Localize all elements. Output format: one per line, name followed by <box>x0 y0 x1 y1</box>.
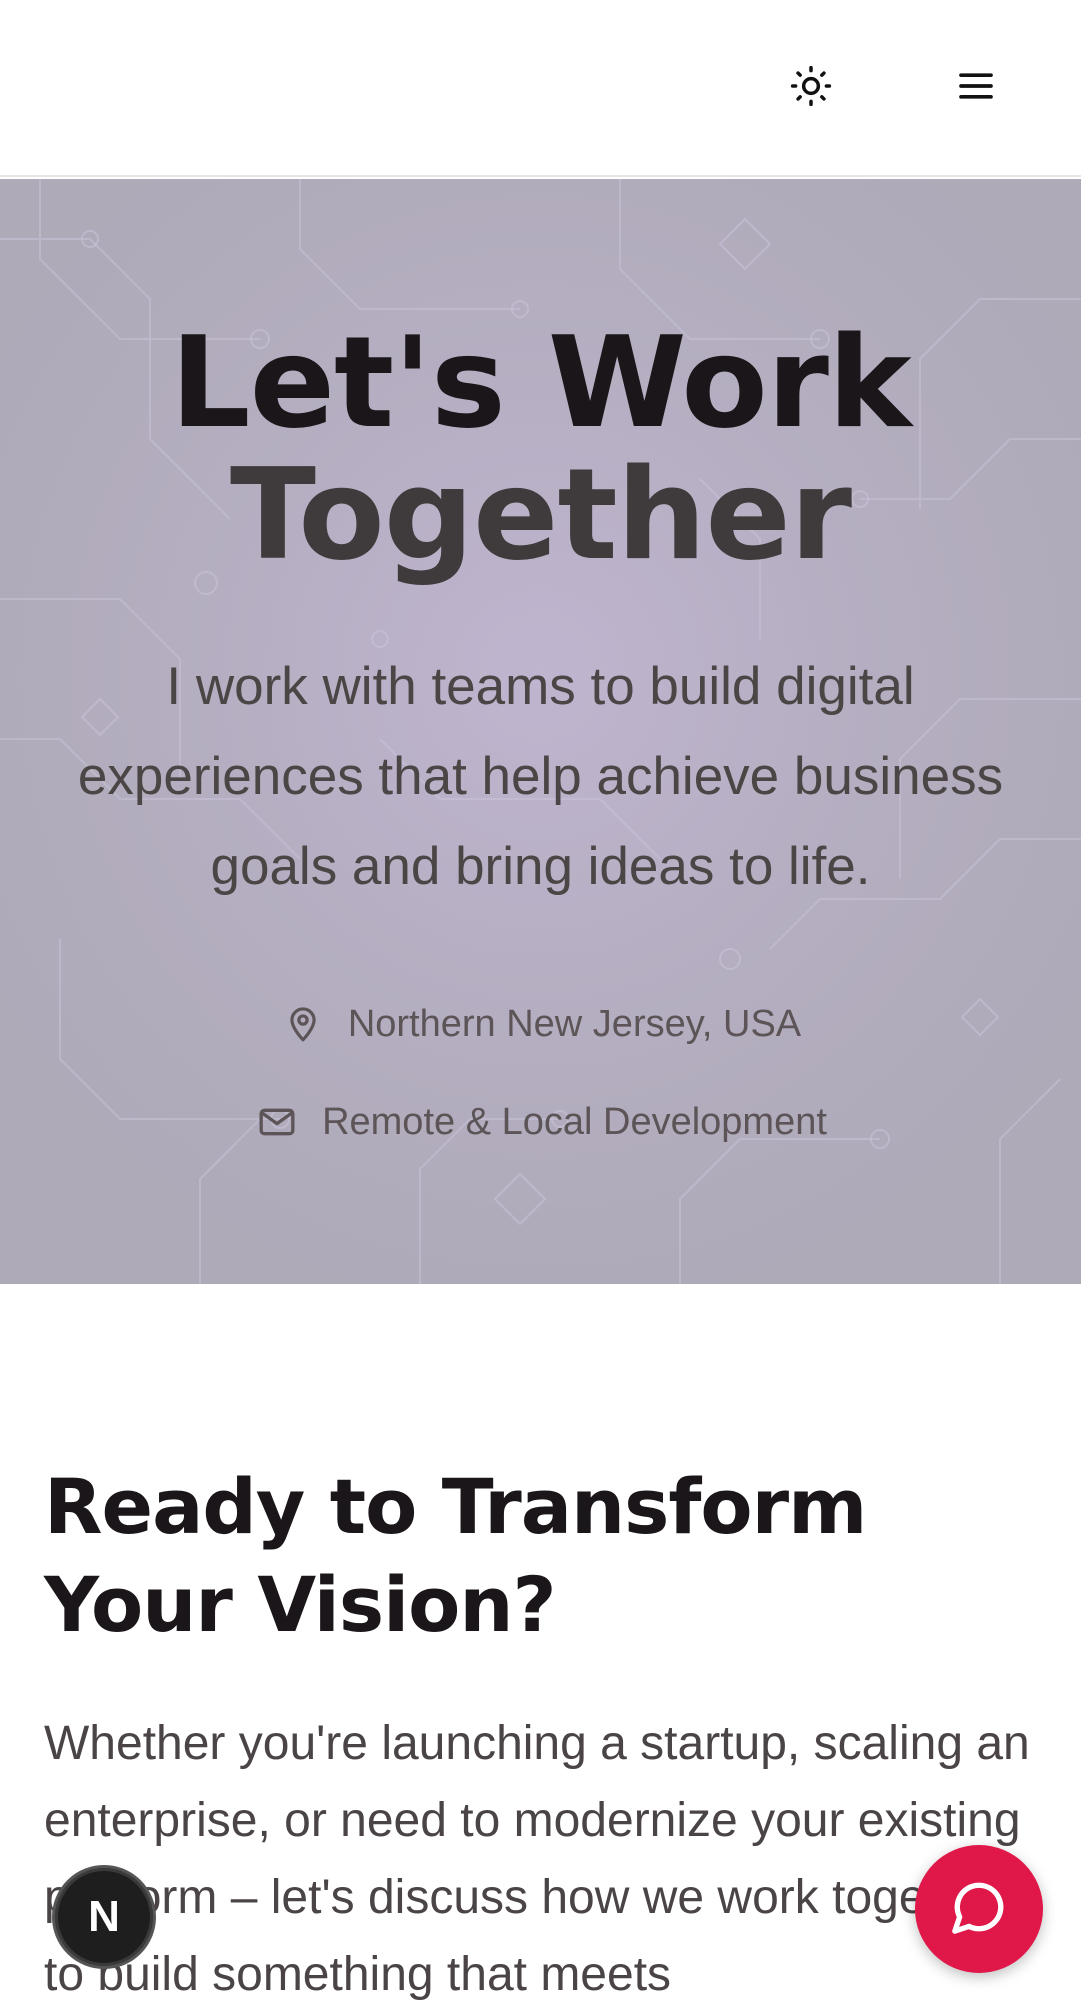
hero-title-line-1: Let's Work <box>170 309 911 456</box>
chat-button[interactable] <box>915 1845 1043 1973</box>
sun-icon <box>790 65 832 112</box>
hamburger-menu-icon <box>956 66 996 111</box>
menu-button[interactable] <box>940 52 1012 124</box>
hero-section: Let's Work Together I work with teams to… <box>0 179 1081 1284</box>
work-mode-row: Remote & Local Development <box>0 1099 1081 1145</box>
chat-bubble-icon <box>950 1878 1008 1941</box>
badge-letter: N <box>88 1892 120 1941</box>
section-title: Ready to Transform Your Vision? <box>44 1462 867 1649</box>
location-row: Northern New Jersey, USA <box>0 1001 1081 1047</box>
hero-title: Let's Work Together <box>0 317 1081 581</box>
location-text: Northern New Jersey, USA <box>347 1002 802 1045</box>
work-mode-text: Remote & Local Development <box>322 1100 827 1143</box>
hero-title-line-2: Together <box>230 441 852 588</box>
map-pin-icon <box>280 1001 326 1047</box>
next-js-badge[interactable]: N <box>52 1865 156 1969</box>
hero-subtitle: I work with teams to build digital exper… <box>77 657 1004 896</box>
theme-toggle-button[interactable] <box>775 52 847 124</box>
top-navigation-bar <box>0 0 1081 177</box>
mail-icon <box>254 1099 300 1145</box>
section-body: Whether you're launching a startup, scal… <box>44 1717 1030 2001</box>
